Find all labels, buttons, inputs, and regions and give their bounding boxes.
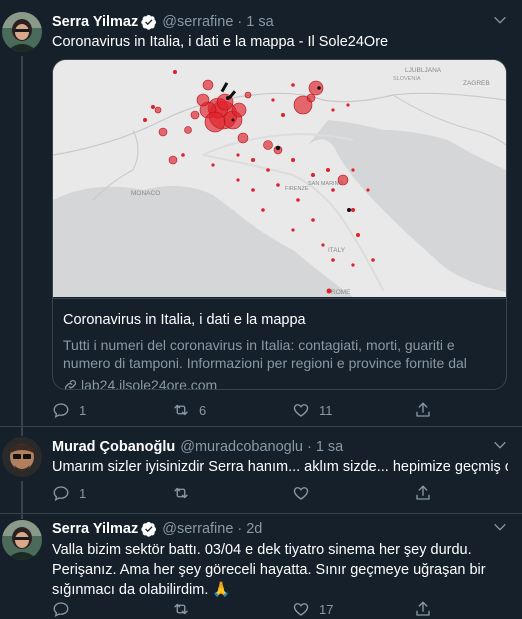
verified-badge-icon	[141, 15, 157, 30]
like-count: 11	[319, 402, 333, 418]
link-card-image: LJUBLJANA ZAGREB SLOVENIA MONACO FIRENZE…	[53, 60, 506, 297]
like-button[interactable]	[292, 483, 310, 503]
retweet-button[interactable]	[172, 483, 190, 503]
reply-button[interactable]: 1	[52, 483, 86, 503]
retweet-button[interactable]	[172, 599, 190, 619]
share-button[interactable]	[414, 400, 432, 420]
reply-count: 1	[79, 402, 87, 418]
map-label: SLOVENIA	[393, 76, 421, 82]
timestamp[interactable]: 2d	[246, 521, 262, 537]
map-label: ROME	[331, 289, 351, 296]
tweet-text: Umarım sizler iyisinizdir Serra hanım...…	[52, 459, 508, 475]
link-card-title: Coronavirus in Italia, i dati e la mappa	[63, 312, 306, 328]
display-name[interactable]: Serra Yilmaz	[52, 521, 138, 537]
retweet-count: 6	[199, 402, 207, 418]
reply-icon	[53, 602, 69, 618]
separator-dot: ·	[237, 521, 243, 537]
reply-icon	[53, 403, 69, 419]
avatar[interactable]	[2, 12, 42, 52]
like-button[interactable]: 11	[292, 400, 333, 420]
map-label: MONACO	[131, 190, 160, 197]
share-button[interactable]	[414, 483, 432, 503]
map-label: ITALY	[328, 247, 346, 254]
tweet[interactable]: Serra Yilmaz @serrafine · 1 sa Coronavir…	[0, 0, 522, 426]
thread-line	[21, 56, 23, 426]
like-count: 17	[319, 601, 334, 617]
map-label: ZAGREB	[463, 80, 490, 87]
tweet-actions: 1 6 11	[52, 400, 452, 420]
retweet-icon	[174, 603, 188, 615]
separator-dot: ·	[307, 439, 312, 455]
reply-count: 1	[79, 485, 87, 501]
avatar-image	[2, 12, 42, 52]
chevron-down-icon[interactable]	[492, 519, 508, 535]
share-icon	[416, 402, 430, 417]
separator-dot: ·	[237, 14, 243, 30]
user-handle[interactable]: @serrafine	[162, 14, 233, 30]
thread-line	[21, 514, 23, 519]
link-card[interactable]: LJUBLJANA ZAGREB SLOVENIA MONACO FIRENZE…	[52, 59, 507, 390]
retweet-icon	[174, 404, 188, 416]
chevron-down-icon[interactable]	[492, 12, 508, 28]
reply-button[interactable]: 1	[52, 400, 86, 420]
like-button[interactable]: 17	[292, 599, 333, 619]
retweet-button[interactable]: 6	[172, 400, 206, 420]
avatar[interactable]	[2, 520, 42, 560]
heart-icon	[293, 603, 309, 616]
user-handle[interactable]: @muradcobanoglu	[180, 439, 303, 455]
avatar-image	[2, 520, 42, 560]
display-name[interactable]: Serra Yilmaz	[52, 14, 138, 30]
avatar[interactable]	[2, 437, 42, 477]
tweet-text: Valla bizim sektör battı. 03/04 e dek ti…	[52, 542, 486, 598]
tweet[interactable]: Murad Çobanoğlu @muradcobanoglu · 1 sa U…	[0, 426, 522, 514]
share-icon	[416, 601, 430, 616]
display-name[interactable]: Murad Çobanoğlu	[52, 439, 175, 455]
verified-badge-icon	[141, 522, 157, 537]
timestamp[interactable]: 1 sa	[316, 439, 343, 455]
thread-line	[21, 481, 23, 514]
tweet-text: Coronavirus in Italia, i dati e la mappa…	[52, 34, 389, 50]
map-label: LJUBLJANA	[405, 67, 442, 74]
reply-icon	[53, 486, 69, 502]
retweet-icon	[174, 487, 188, 499]
heart-icon	[293, 487, 309, 500]
tweet-actions: 17	[52, 599, 452, 619]
share-icon	[416, 485, 430, 500]
reply-button[interactable]	[52, 599, 70, 619]
avatar-image	[2, 437, 42, 477]
link-icon	[65, 379, 76, 389]
link-card-description: Tutti i numeri del coronavirus in Italia…	[63, 337, 467, 371]
user-handle[interactable]: @serrafine	[162, 521, 233, 537]
thread-line	[21, 427, 23, 436]
share-button[interactable]	[414, 599, 432, 619]
timestamp[interactable]: 1 sa	[246, 14, 273, 30]
heart-icon	[293, 404, 309, 417]
map-label: FIRENZE	[285, 186, 309, 192]
link-domain-text: lab24.ilsole24ore.com	[81, 377, 218, 390]
link-card-domain: lab24.ilsole24ore.com	[63, 376, 496, 390]
tweet-actions: 1	[52, 483, 452, 503]
italy-map: LJUBLJANA ZAGREB SLOVENIA MONACO FIRENZE…	[53, 60, 506, 297]
tweet[interactable]: Serra Yilmaz @serrafine · 2d Valla bizim…	[0, 513, 522, 619]
chevron-down-icon[interactable]	[492, 437, 508, 453]
